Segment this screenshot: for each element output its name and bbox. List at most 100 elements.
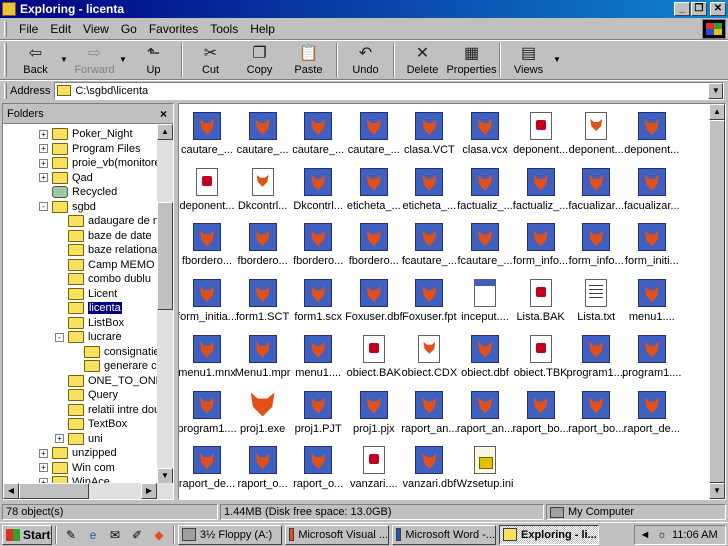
start-button[interactable]: Start bbox=[2, 524, 52, 545]
doc-file-icon[interactable] bbox=[529, 279, 552, 308]
file-name[interactable]: raport_an... bbox=[457, 423, 513, 435]
tree-item-label[interactable]: TextBox bbox=[88, 418, 127, 430]
file-item[interactable]: facualizar... bbox=[568, 164, 624, 216]
file-item[interactable]: proj1.pjx bbox=[346, 387, 402, 439]
ini-file-icon[interactable] bbox=[474, 446, 496, 475]
files-scroll-down-button[interactable]: ▼ bbox=[709, 483, 725, 499]
file-item[interactable]: cautare_... bbox=[235, 108, 291, 160]
fox-file-icon[interactable] bbox=[193, 334, 221, 363]
tree-item[interactable]: TextBox bbox=[55, 417, 127, 431]
file-name[interactable]: form_initi... bbox=[625, 255, 679, 267]
menu-view[interactable]: View bbox=[77, 22, 115, 36]
file-name[interactable]: raport_an... bbox=[401, 423, 457, 435]
delete-button[interactable]: ✕ Delete bbox=[398, 41, 447, 79]
file-name[interactable]: deponent... bbox=[624, 144, 679, 156]
undo-button[interactable]: ↶ Undo bbox=[341, 41, 390, 79]
menu-tools[interactable]: Tools bbox=[204, 22, 244, 36]
expand-icon[interactable]: + bbox=[39, 158, 48, 168]
file-item[interactable]: form_initia... bbox=[179, 275, 237, 327]
fox-file-icon[interactable] bbox=[415, 390, 444, 419]
address-input[interactable]: C:\sgbd\licenta ▼ bbox=[54, 81, 725, 100]
file-name[interactable]: Menu1.mpr bbox=[235, 367, 291, 379]
file-name[interactable]: clasa.VCT bbox=[404, 144, 455, 156]
title-bar[interactable]: Exploring - licenta _ ❐ ✕ bbox=[0, 0, 728, 18]
tree-item-label[interactable]: uni bbox=[88, 433, 103, 445]
doc-file-icon[interactable] bbox=[529, 112, 552, 140]
fox-file-icon[interactable] bbox=[304, 390, 333, 419]
fox-file-icon[interactable] bbox=[415, 112, 444, 140]
file-name[interactable]: form_initia... bbox=[179, 311, 237, 323]
tree-item-label[interactable]: baze relationale bbox=[88, 244, 159, 256]
file-item[interactable]: raport_o... bbox=[290, 442, 346, 494]
file-name[interactable]: menu1.... bbox=[629, 311, 675, 323]
file-item[interactable]: obiect.TBK bbox=[513, 331, 569, 383]
file-name[interactable]: Dkcontrl... bbox=[238, 200, 288, 212]
tree-item[interactable]: ListBox bbox=[55, 316, 124, 330]
fox-file-icon[interactable] bbox=[193, 112, 221, 140]
fox-file-icon[interactable] bbox=[304, 223, 333, 252]
network-icon[interactable]: ☼ bbox=[655, 528, 669, 542]
file-name[interactable]: deponent... bbox=[513, 144, 568, 156]
fox-file-icon[interactable] bbox=[415, 223, 444, 252]
scroll-right-button[interactable]: ▶ bbox=[141, 483, 157, 499]
bmp-file-icon[interactable] bbox=[474, 279, 496, 308]
file-item[interactable]: fbordero... bbox=[235, 219, 291, 271]
bigfox-file-icon[interactable] bbox=[249, 391, 277, 419]
file-name[interactable]: menu1.... bbox=[295, 367, 341, 379]
tree-item[interactable]: Query bbox=[55, 388, 118, 402]
docfox-file-icon[interactable] bbox=[251, 167, 274, 196]
file-item[interactable]: Lista.txt bbox=[568, 275, 624, 327]
file-item[interactable]: fbordero... bbox=[179, 219, 235, 271]
menu-go[interactable]: Go bbox=[115, 22, 143, 36]
file-item[interactable]: proj1.exe bbox=[235, 387, 291, 439]
tree-item[interactable]: licenta bbox=[55, 301, 123, 315]
fox-file-icon[interactable] bbox=[637, 390, 666, 419]
fox-file-icon[interactable] bbox=[471, 390, 499, 419]
file-item[interactable]: program1.... bbox=[622, 331, 681, 383]
tree-item[interactable]: + proie_vb(monitore) bbox=[39, 156, 159, 170]
file-name[interactable]: raport_o... bbox=[293, 478, 343, 490]
file-item[interactable]: raport_o... bbox=[235, 442, 291, 494]
file-name[interactable]: fbordero... bbox=[293, 255, 343, 267]
file-name[interactable]: raport_o... bbox=[238, 478, 288, 490]
task-button[interactable]: Microsoft Visual ... bbox=[285, 524, 389, 545]
fox-file-icon[interactable] bbox=[637, 279, 666, 308]
fox-file-icon[interactable] bbox=[582, 390, 611, 419]
file-name[interactable]: Wzsetup.ini bbox=[457, 478, 514, 490]
file-item[interactable]: program1.... bbox=[179, 387, 237, 439]
back-button[interactable]: ⇦ Back bbox=[11, 41, 60, 79]
task-button[interactable]: Exploring - li... bbox=[499, 524, 599, 545]
tree-item[interactable]: + unzipped bbox=[39, 446, 117, 460]
fox-file-icon[interactable] bbox=[359, 390, 388, 419]
file-name[interactable]: cautare_... bbox=[181, 144, 233, 156]
tree-item-label[interactable]: licenta bbox=[87, 301, 123, 315]
menu-edit[interactable]: Edit bbox=[44, 22, 77, 36]
file-item[interactable]: Dkcontrl... bbox=[290, 164, 346, 216]
doc-file-icon[interactable] bbox=[529, 334, 552, 363]
file-name[interactable]: Lista.BAK bbox=[516, 311, 564, 323]
scroll-left-button[interactable]: ◀ bbox=[3, 483, 19, 499]
fox-file-icon[interactable] bbox=[471, 334, 499, 363]
file-name[interactable]: form1.scx bbox=[294, 311, 342, 323]
fox-file-icon[interactable] bbox=[359, 223, 388, 252]
tree-item[interactable]: + Poker_Night bbox=[39, 127, 133, 141]
file-item[interactable]: Dkcontrl... bbox=[235, 164, 291, 216]
tree-item[interactable]: Camp MEMO bbox=[55, 258, 155, 272]
fox-file-icon[interactable] bbox=[248, 446, 277, 475]
tree-item[interactable]: baze relationale bbox=[55, 243, 159, 257]
minimize-button[interactable]: _ bbox=[674, 2, 690, 16]
fox-file-icon[interactable] bbox=[526, 223, 555, 252]
menu-help[interactable]: Help bbox=[244, 22, 281, 36]
file-item[interactable]: fcautare_... bbox=[457, 219, 513, 271]
file-name[interactable]: Foxuser.fpt bbox=[402, 311, 456, 323]
files-scroll-thumb[interactable] bbox=[709, 120, 725, 483]
fox-file-icon[interactable] bbox=[415, 167, 444, 196]
file-name[interactable]: Foxuser.dbf bbox=[345, 311, 402, 323]
file-name[interactable]: eticheta_... bbox=[402, 200, 456, 212]
fox-file-icon[interactable] bbox=[471, 223, 499, 252]
fox-file-icon[interactable] bbox=[526, 167, 555, 196]
fox-file-icon[interactable] bbox=[304, 334, 333, 363]
tree-item-label[interactable]: Query bbox=[88, 389, 118, 401]
docfox-file-icon[interactable] bbox=[585, 112, 608, 140]
tree-item-label[interactable]: Recycled bbox=[72, 186, 117, 198]
